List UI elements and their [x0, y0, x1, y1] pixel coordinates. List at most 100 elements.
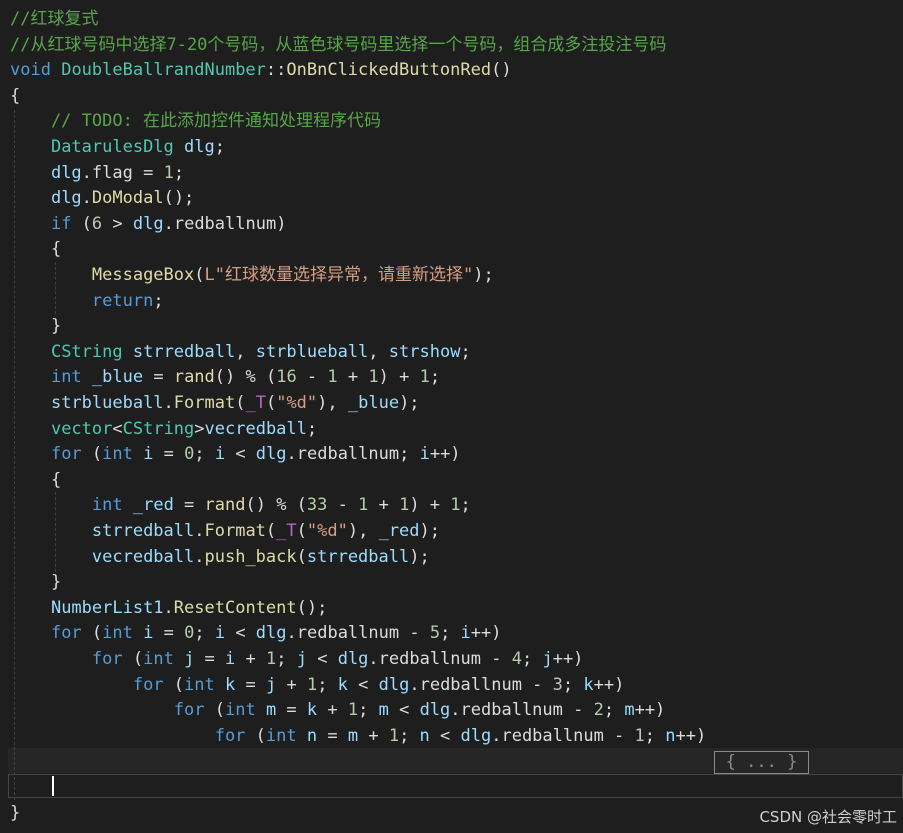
code-token: //从红球号码中选择7-20个号码，从蓝色球号码里选择一个号码，组合成多注投注号…	[10, 34, 667, 55]
code-token: _T	[245, 393, 266, 413]
text-caret	[52, 776, 54, 796]
code-token: (	[81, 623, 103, 644]
code-token: <	[112, 418, 123, 439]
code-token: ()	[491, 60, 512, 81]
code-token: DatarulesDlg	[50, 137, 174, 157]
code-line: for (int i = 0; i < dlg.redballnum; i++)	[10, 442, 461, 468]
code-token: for	[91, 649, 123, 669]
code-line: DatarulesDlg dlg;	[10, 135, 225, 161]
code-token: for	[214, 725, 246, 746]
code-token: );	[399, 393, 420, 413]
code-token: =	[153, 444, 185, 465]
code-line: strblueball.Format(_T("%d"), _blue);	[10, 391, 420, 417]
code-token: strredball	[132, 341, 236, 362]
code-token: // TODO: 在此添加控件通知处理程序代码	[10, 111, 382, 132]
code-token: ++)	[429, 444, 461, 465]
code-token: MessageBox	[91, 265, 195, 285]
code-token: ) +	[378, 367, 420, 388]
code-token: .	[163, 393, 174, 413]
indent-guide	[55, 492, 56, 572]
code-token: rand	[173, 367, 215, 388]
code-token: =	[153, 623, 185, 644]
code-token: ;	[153, 290, 164, 311]
code-token: ;	[521, 649, 543, 669]
code-token: .redballnum -	[450, 700, 594, 721]
code-token: _red	[378, 521, 420, 541]
code-token: ),	[317, 393, 348, 413]
code-token: 1	[399, 495, 410, 516]
code-token: );	[419, 521, 441, 541]
code-token: dlg	[419, 700, 451, 721]
code-token: ++)	[634, 700, 666, 721]
code-token: (	[71, 213, 92, 234]
code-token: ;	[562, 674, 584, 695]
collapsed-block-fold[interactable]: { ... }	[714, 751, 809, 774]
code-token: ;	[173, 162, 185, 183]
code-token: for	[50, 623, 82, 644]
code-token: k	[306, 700, 318, 721]
code-token: n	[419, 725, 430, 746]
code-token: +	[337, 367, 369, 388]
code-token: OnBnClickedButtonRed	[286, 60, 492, 81]
code-token: dlg	[132, 213, 164, 234]
indent-guide	[14, 110, 15, 800]
code-token: .	[81, 188, 92, 209]
code-token: int	[224, 700, 256, 721]
code-line: strredball.Format(_T("%d"), _red);	[10, 519, 440, 545]
code-token: NumberList1	[50, 597, 164, 618]
code-token: <	[388, 700, 420, 721]
code-token: strredball	[306, 546, 410, 567]
code-line: for (int k = j + 1; k < dlg.redballnum -…	[10, 673, 625, 699]
code-token: CString	[50, 341, 123, 362]
code-token: "%d"	[306, 521, 348, 541]
code-token: ;	[194, 444, 215, 465]
code-token: ;	[358, 700, 379, 721]
code-line: }	[10, 570, 61, 596]
code-token: ;	[429, 367, 441, 388]
code-token: i	[143, 444, 154, 465]
code-token: 1	[450, 495, 461, 516]
code-token: m	[265, 700, 277, 721]
indent-guide	[55, 262, 56, 314]
code-token: i	[143, 623, 154, 644]
code-token: _blue	[347, 393, 400, 413]
code-token: -	[296, 367, 328, 388]
code-token: <	[347, 674, 379, 695]
code-token: return	[91, 290, 154, 311]
code-token: int	[91, 495, 123, 516]
code-token: =	[317, 725, 348, 746]
code-token: "%d"	[276, 393, 318, 413]
code-token: .flag =	[81, 162, 164, 183]
code-token: ,	[368, 341, 389, 362]
code-token: ++)	[593, 674, 625, 695]
code-token: (	[204, 700, 225, 721]
code-token: ();	[163, 188, 195, 209]
code-token: 3	[552, 674, 563, 695]
code-token: ;	[603, 700, 625, 721]
code-line: }	[10, 314, 61, 340]
code-token: <	[429, 725, 461, 746]
code-token: >	[102, 213, 133, 234]
code-token: dlg	[460, 725, 492, 746]
code-token: for	[50, 444, 82, 465]
code-token: =	[173, 495, 205, 516]
code-line: if (6 > dlg.redballnum)	[10, 212, 286, 238]
code-token: _blue	[91, 367, 144, 388]
code-token: rand	[204, 495, 246, 516]
code-token: .redballnum -	[368, 649, 512, 669]
code-editor[interactable]: } for (int L = m + 1; L < dlg.redballnum…	[0, 0, 903, 833]
code-token: ;	[194, 623, 215, 644]
code-token: ) +	[409, 495, 451, 516]
code-token: .redballnum;	[286, 444, 420, 465]
code-token: 1	[419, 367, 430, 388]
code-token: int	[143, 649, 174, 669]
